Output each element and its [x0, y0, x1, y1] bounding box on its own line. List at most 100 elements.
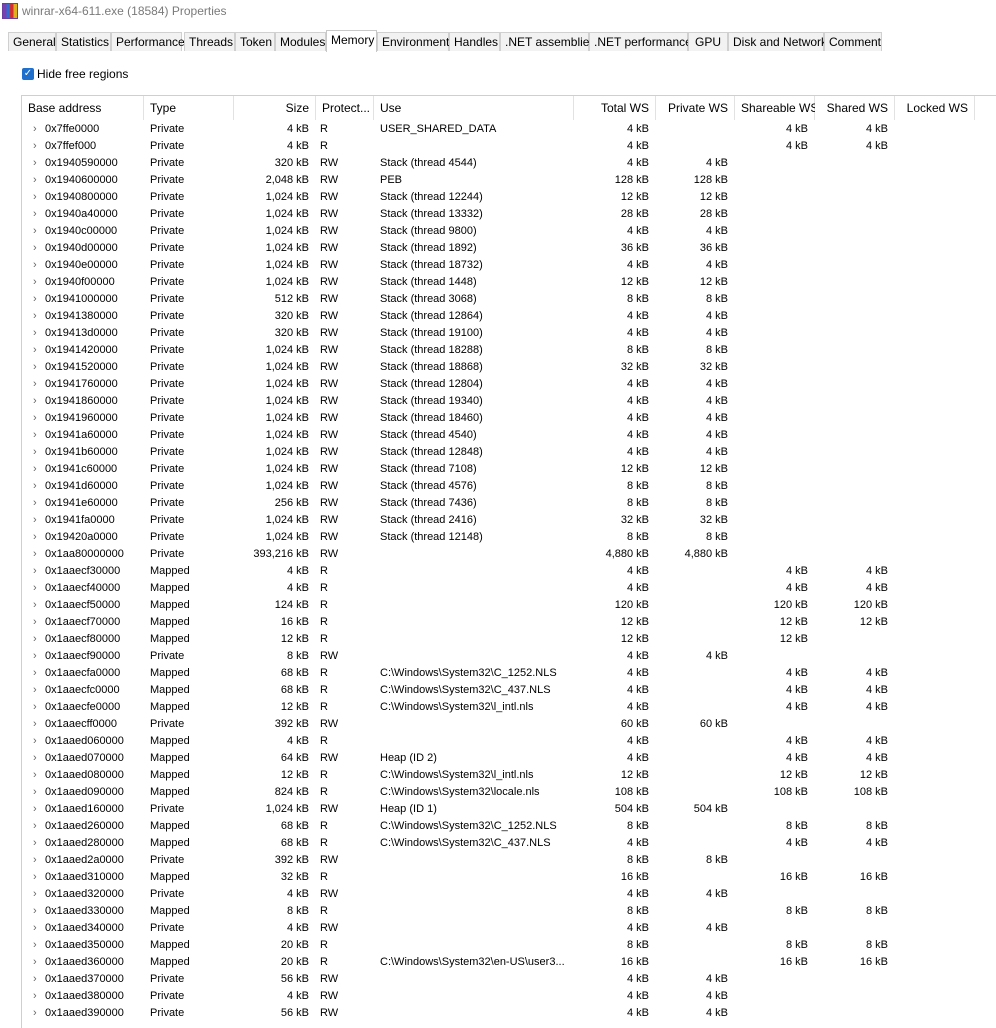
table-row[interactable]: › 0x1aaed320000 Private 4 kB RW 4 kB 4 kB [22, 886, 996, 903]
expand-chevron-icon[interactable]: › [33, 189, 37, 206]
expand-chevron-icon[interactable]: › [33, 784, 37, 801]
table-row[interactable]: › 0x1aaed060000 Mapped 4 kB R 4 kB 4 kB 4 kB [22, 733, 996, 750]
expand-chevron-icon[interactable]: › [33, 172, 37, 189]
expand-chevron-icon[interactable]: › [33, 886, 37, 903]
table-row[interactable]: › 0x1aaecff0000 Private 392 kB RW 60 kB 60 kB [22, 716, 996, 733]
expand-chevron-icon[interactable]: › [33, 852, 37, 869]
expand-chevron-icon[interactable]: › [33, 631, 37, 648]
table-row[interactable]: › 0x1aaed160000 Private 1,024 kB RW Heap (ID … [22, 801, 996, 818]
column-header-size[interactable]: Size [234, 96, 316, 120]
tab-general[interactable]: General [8, 32, 56, 51]
expand-chevron-icon[interactable]: › [33, 563, 37, 580]
table-row[interactable]: › 0x1aaecf90000 Private 8 kB RW 4 kB 4 kB [22, 648, 996, 665]
expand-chevron-icon[interactable]: › [33, 376, 37, 393]
table-row[interactable]: › 0x7ffef000 Private 4 kB R 4 kB 4 kB 4 kB [22, 138, 996, 155]
expand-chevron-icon[interactable]: › [33, 699, 37, 716]
table-row[interactable]: › 0x1941520000 Private 1,024 kB RW Stack (thr… [22, 359, 996, 376]
expand-chevron-icon[interactable]: › [33, 988, 37, 1005]
column-header-type[interactable]: Type [144, 96, 234, 120]
expand-chevron-icon[interactable]: › [33, 223, 37, 240]
expand-chevron-icon[interactable]: › [33, 580, 37, 597]
tab-token[interactable]: Token [235, 32, 275, 51]
table-row[interactable]: › 0x1aaed370000 Private 56 kB RW 4 kB 4 kB [22, 971, 996, 988]
column-header-private-ws[interactable]: Private WS [656, 96, 735, 120]
expand-chevron-icon[interactable]: › [33, 342, 37, 359]
table-row[interactable]: › 0x1aaed360000 Mapped 20 kB R C:\Windows\Sys… [22, 954, 996, 971]
expand-chevron-icon[interactable]: › [33, 444, 37, 461]
expand-chevron-icon[interactable]: › [33, 529, 37, 546]
column-header-locked-ws[interactable]: Locked WS [895, 96, 975, 120]
table-row[interactable]: › 0x1940590000 Private 320 kB RW Stack (threa… [22, 155, 996, 172]
expand-chevron-icon[interactable]: › [33, 121, 37, 138]
expand-chevron-icon[interactable]: › [33, 512, 37, 529]
table-row[interactable]: › 0x1941860000 Private 1,024 kB RW Stack (thr… [22, 393, 996, 410]
table-row[interactable]: › 0x19413d0000 Private 320 kB RW Stack (threa… [22, 325, 996, 342]
expand-chevron-icon[interactable]: › [33, 869, 37, 886]
expand-chevron-icon[interactable]: › [33, 461, 37, 478]
table-row[interactable]: › 0x1aaed340000 Private 4 kB RW 4 kB 4 kB [22, 920, 996, 937]
table-row[interactable]: › 0x1aaecf80000 Mapped 12 kB R 12 kB 12 kB [22, 631, 996, 648]
table-row[interactable]: › 0x19420a0000 Private 1,024 kB RW Stack (thr… [22, 529, 996, 546]
table-row[interactable]: › 0x1940a40000 Private 1,024 kB RW Stack (thr… [22, 206, 996, 223]
expand-chevron-icon[interactable]: › [33, 937, 37, 954]
expand-chevron-icon[interactable]: › [33, 495, 37, 512]
tab-net-performance[interactable]: .NET performance [589, 32, 692, 51]
expand-chevron-icon[interactable]: › [33, 954, 37, 971]
table-row[interactable]: › 0x1aaecfa0000 Mapped 68 kB R C:\Windows\Sys… [22, 665, 996, 682]
expand-chevron-icon[interactable]: › [33, 240, 37, 257]
expand-chevron-icon[interactable]: › [33, 546, 37, 563]
expand-chevron-icon[interactable]: › [33, 767, 37, 784]
table-row[interactable]: › 0x7ffe0000 Private 4 kB R USER_SHARED_DATA 4… [22, 121, 996, 138]
table-row[interactable]: › 0x1aaecf30000 Mapped 4 kB R 4 kB 4 kB 4 kB [22, 563, 996, 580]
column-header-total-ws[interactable]: Total WS [574, 96, 656, 120]
memory-regions-table[interactable]: › 0x7ffe0000 Private 4 kB R USER_SHARED_DATA 4… [21, 95, 996, 1028]
table-row[interactable]: › 0x1940800000 Private 1,024 kB RW Stack (thr… [22, 189, 996, 206]
table-row[interactable]: › 0x1aaecf40000 Mapped 4 kB R 4 kB 4 kB 4 kB [22, 580, 996, 597]
expand-chevron-icon[interactable]: › [33, 257, 37, 274]
expand-chevron-icon[interactable]: › [33, 274, 37, 291]
expand-chevron-icon[interactable]: › [33, 801, 37, 818]
table-row[interactable]: › 0x1aaed310000 Mapped 32 kB R 16 kB 16 kB 16 k… [22, 869, 996, 886]
expand-chevron-icon[interactable]: › [33, 478, 37, 495]
expand-chevron-icon[interactable]: › [33, 716, 37, 733]
expand-chevron-icon[interactable]: › [33, 903, 37, 920]
tab-handles[interactable]: Handles [449, 32, 500, 51]
table-row[interactable]: › 0x1aaed350000 Mapped 20 kB R 8 kB 8 kB 8 kB [22, 937, 996, 954]
table-row[interactable]: › 0x1aaed380000 Private 4 kB RW 4 kB 4 kB [22, 988, 996, 1005]
column-header-base-address[interactable]: Base address [22, 96, 144, 120]
table-row[interactable]: › 0x1aaed390000 Private 56 kB RW 4 kB 4 kB [22, 1005, 996, 1022]
expand-chevron-icon[interactable]: › [33, 1005, 37, 1022]
table-row[interactable]: › 0x1940e00000 Private 1,024 kB RW Stack (thr… [22, 257, 996, 274]
column-header-use[interactable]: Use [374, 96, 574, 120]
table-row[interactable]: › 0x1941c60000 Private 1,024 kB RW Stack (thr… [22, 461, 996, 478]
tab-comment[interactable]: Comment [824, 32, 882, 51]
tab-environment[interactable]: Environment [377, 32, 449, 51]
column-header-shared-ws[interactable]: Shared WS [815, 96, 895, 120]
expand-chevron-icon[interactable]: › [33, 206, 37, 223]
expand-chevron-icon[interactable]: › [33, 410, 37, 427]
table-row[interactable]: › 0x1aaed090000 Mapped 824 kB R C:\Windows\Sy… [22, 784, 996, 801]
table-row[interactable]: › 0x1941a60000 Private 1,024 kB RW Stack (thr… [22, 427, 996, 444]
table-row[interactable]: › 0x1941b60000 Private 1,024 kB RW Stack (thr… [22, 444, 996, 461]
expand-chevron-icon[interactable]: › [33, 138, 37, 155]
table-row[interactable]: › 0x1941d60000 Private 1,024 kB RW Stack (thr… [22, 478, 996, 495]
tab-modules[interactable]: Modules [275, 32, 326, 51]
table-row[interactable]: › 0x1941760000 Private 1,024 kB RW Stack (thr… [22, 376, 996, 393]
tab-gpu[interactable]: GPU [688, 32, 728, 51]
expand-chevron-icon[interactable]: › [33, 682, 37, 699]
expand-chevron-icon[interactable]: › [33, 291, 37, 308]
table-row[interactable]: › 0x1aaecf50000 Mapped 124 kB R 120 kB 120 kB 1… [22, 597, 996, 614]
table-row[interactable]: › 0x1941e60000 Private 256 kB RW Stack (threa… [22, 495, 996, 512]
table-row[interactable]: › 0x1aaecf70000 Mapped 16 kB R 12 kB 12 kB 12 k… [22, 614, 996, 631]
table-row[interactable]: › 0x1940f00000 Private 1,024 kB RW Stack (thr… [22, 274, 996, 291]
table-row[interactable]: › 0x1940600000 Private 2,048 kB RW PEB 128 kB 1… [22, 172, 996, 189]
table-row[interactable]: › 0x1941000000 Private 512 kB RW Stack (threa… [22, 291, 996, 308]
expand-chevron-icon[interactable]: › [33, 393, 37, 410]
expand-chevron-icon[interactable]: › [33, 971, 37, 988]
expand-chevron-icon[interactable]: › [33, 835, 37, 852]
expand-chevron-icon[interactable]: › [33, 733, 37, 750]
tab-statistics[interactable]: Statistics [56, 32, 111, 51]
expand-chevron-icon[interactable]: › [33, 597, 37, 614]
expand-chevron-icon[interactable]: › [33, 818, 37, 835]
expand-chevron-icon[interactable]: › [33, 155, 37, 172]
